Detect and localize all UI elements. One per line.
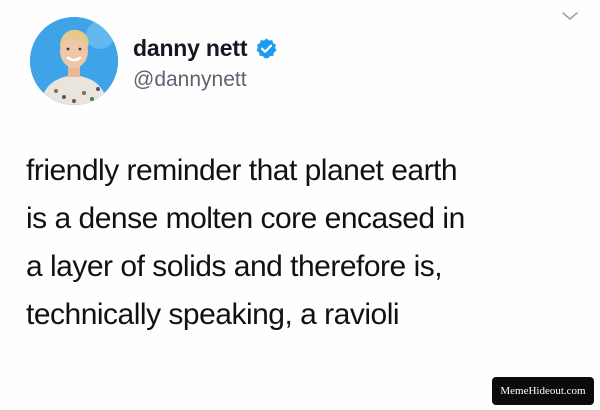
- author-handle[interactable]: @dannynett: [133, 68, 247, 92]
- watermark: MemeHideout.com: [494, 379, 592, 403]
- tweet-text-line: a layer of solids and therefore is,: [26, 250, 443, 283]
- avatar[interactable]: [30, 17, 118, 105]
- avatar-image: [30, 17, 118, 105]
- tweet-card: danny nett @dannynett friendly reminder …: [0, 0, 600, 410]
- tweet-text-line: technically speaking, a ravioli: [26, 298, 400, 331]
- tweet-text-line: is a dense molten core encased in: [26, 202, 465, 235]
- tweet-text-line: friendly reminder that planet earth: [26, 154, 458, 187]
- verified-badge-icon: [255, 37, 278, 60]
- display-name[interactable]: danny nett: [133, 35, 247, 62]
- chevron-down-icon[interactable]: [560, 8, 580, 24]
- watermark-text: MemeHideout.com: [500, 385, 586, 397]
- tweet-text: friendly reminder that planet earth is a…: [26, 147, 586, 339]
- author-name-row: danny nett: [133, 34, 278, 62]
